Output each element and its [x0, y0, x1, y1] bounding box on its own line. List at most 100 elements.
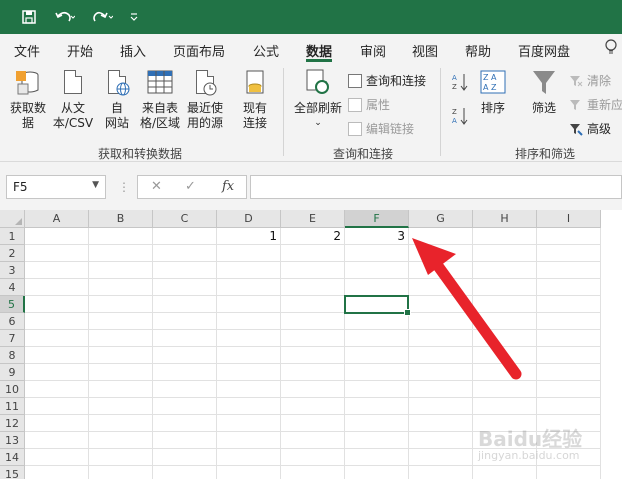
cell-c10[interactable]: [153, 381, 217, 398]
cell-d12[interactable]: [217, 415, 281, 432]
cell-b15[interactable]: [89, 466, 153, 479]
cell-g5[interactable]: [409, 296, 473, 313]
cell-e7[interactable]: [281, 330, 345, 347]
cell-c15[interactable]: [153, 466, 217, 479]
row-header-9[interactable]: 9: [0, 364, 25, 381]
cell-b9[interactable]: [89, 364, 153, 381]
tab-review[interactable]: 审阅: [360, 41, 386, 60]
cell-a5[interactable]: [25, 296, 89, 313]
row-header-6[interactable]: 6: [0, 313, 25, 330]
from-table-button[interactable]: 来自表 格/区域: [138, 68, 182, 131]
advanced-filter-button[interactable]: 高级: [569, 120, 611, 137]
cell-g7[interactable]: [409, 330, 473, 347]
cell-f9[interactable]: [345, 364, 409, 381]
column-header-g[interactable]: G: [409, 210, 473, 228]
cell-d2[interactable]: [217, 245, 281, 262]
cell-b14[interactable]: [89, 449, 153, 466]
cell-b1[interactable]: [89, 228, 153, 245]
cell-d1[interactable]: 1: [217, 228, 281, 245]
tab-page-layout[interactable]: 页面布局: [173, 41, 225, 60]
cell-c9[interactable]: [153, 364, 217, 381]
column-header-i[interactable]: I: [537, 210, 601, 228]
cell-g14[interactable]: [409, 449, 473, 466]
sort-button[interactable]: Z AA Z 排序: [474, 68, 512, 116]
cell-f15[interactable]: [345, 466, 409, 479]
customize-icon[interactable]: [126, 0, 142, 34]
cell-c13[interactable]: [153, 432, 217, 449]
cell-c11[interactable]: [153, 398, 217, 415]
cell-h10[interactable]: [473, 381, 537, 398]
get-data-button[interactable]: 获取数 据: [6, 68, 50, 131]
clear-filter-button[interactable]: 清除: [569, 72, 611, 89]
cell-e10[interactable]: [281, 381, 345, 398]
cell-f11[interactable]: [345, 398, 409, 415]
cell-g2[interactable]: [409, 245, 473, 262]
cell-i11[interactable]: [537, 398, 601, 415]
cell-e12[interactable]: [281, 415, 345, 432]
filter-button[interactable]: 筛选: [524, 68, 564, 116]
cell-h6[interactable]: [473, 313, 537, 330]
cell-d7[interactable]: [217, 330, 281, 347]
cell-c14[interactable]: [153, 449, 217, 466]
tab-home[interactable]: 开始: [67, 41, 93, 60]
cell-d4[interactable]: [217, 279, 281, 296]
cell-h5[interactable]: [473, 296, 537, 313]
cell-h4[interactable]: [473, 279, 537, 296]
tab-formulas[interactable]: 公式: [253, 41, 279, 60]
sort-descending-button[interactable]: ZA: [450, 106, 470, 126]
row-header-10[interactable]: 10: [0, 381, 25, 398]
cell-f1[interactable]: 3: [345, 228, 409, 245]
cell-g3[interactable]: [409, 262, 473, 279]
cell-d14[interactable]: [217, 449, 281, 466]
cell-f14[interactable]: [345, 449, 409, 466]
cell-a4[interactable]: [25, 279, 89, 296]
cell-g9[interactable]: [409, 364, 473, 381]
cell-c2[interactable]: [153, 245, 217, 262]
tab-baidu-netdisk[interactable]: 百度网盘: [518, 41, 570, 60]
row-header-15[interactable]: 15: [0, 466, 25, 479]
cell-b11[interactable]: [89, 398, 153, 415]
cell-h15[interactable]: [473, 466, 537, 479]
recent-sources-button[interactable]: 最近使 用的源: [183, 68, 227, 131]
save-icon[interactable]: [18, 0, 40, 34]
cell-a7[interactable]: [25, 330, 89, 347]
cell-b2[interactable]: [89, 245, 153, 262]
cell-g13[interactable]: [409, 432, 473, 449]
cell-c5[interactable]: [153, 296, 217, 313]
cell-a3[interactable]: [25, 262, 89, 279]
cell-e6[interactable]: [281, 313, 345, 330]
tab-file[interactable]: 文件: [14, 41, 40, 60]
undo-icon[interactable]: [50, 0, 80, 34]
cell-i7[interactable]: [537, 330, 601, 347]
cell-e1[interactable]: 2: [281, 228, 345, 245]
from-web-button[interactable]: 自 网站: [99, 68, 135, 131]
cell-a10[interactable]: [25, 381, 89, 398]
cell-a15[interactable]: [25, 466, 89, 479]
row-header-12[interactable]: 12: [0, 415, 25, 432]
formula-input[interactable]: [250, 175, 622, 199]
cell-g10[interactable]: [409, 381, 473, 398]
cell-e14[interactable]: [281, 449, 345, 466]
cell-h9[interactable]: [473, 364, 537, 381]
row-header-13[interactable]: 13: [0, 432, 25, 449]
cell-f7[interactable]: [345, 330, 409, 347]
cell-b10[interactable]: [89, 381, 153, 398]
cell-g6[interactable]: [409, 313, 473, 330]
cell-a14[interactable]: [25, 449, 89, 466]
name-box[interactable]: F5 ▼: [6, 175, 106, 199]
cell-f10[interactable]: [345, 381, 409, 398]
cell-b6[interactable]: [89, 313, 153, 330]
cell-b4[interactable]: [89, 279, 153, 296]
cell-b5[interactable]: [89, 296, 153, 313]
insert-function-icon[interactable]: fx: [222, 179, 234, 194]
cell-e4[interactable]: [281, 279, 345, 296]
cell-b8[interactable]: [89, 347, 153, 364]
cell-i8[interactable]: [537, 347, 601, 364]
cell-i1[interactable]: [537, 228, 601, 245]
cell-d10[interactable]: [217, 381, 281, 398]
cell-d11[interactable]: [217, 398, 281, 415]
cell-i6[interactable]: [537, 313, 601, 330]
column-header-a[interactable]: A: [25, 210, 89, 228]
row-header-2[interactable]: 2: [0, 245, 25, 262]
cell-f3[interactable]: [345, 262, 409, 279]
